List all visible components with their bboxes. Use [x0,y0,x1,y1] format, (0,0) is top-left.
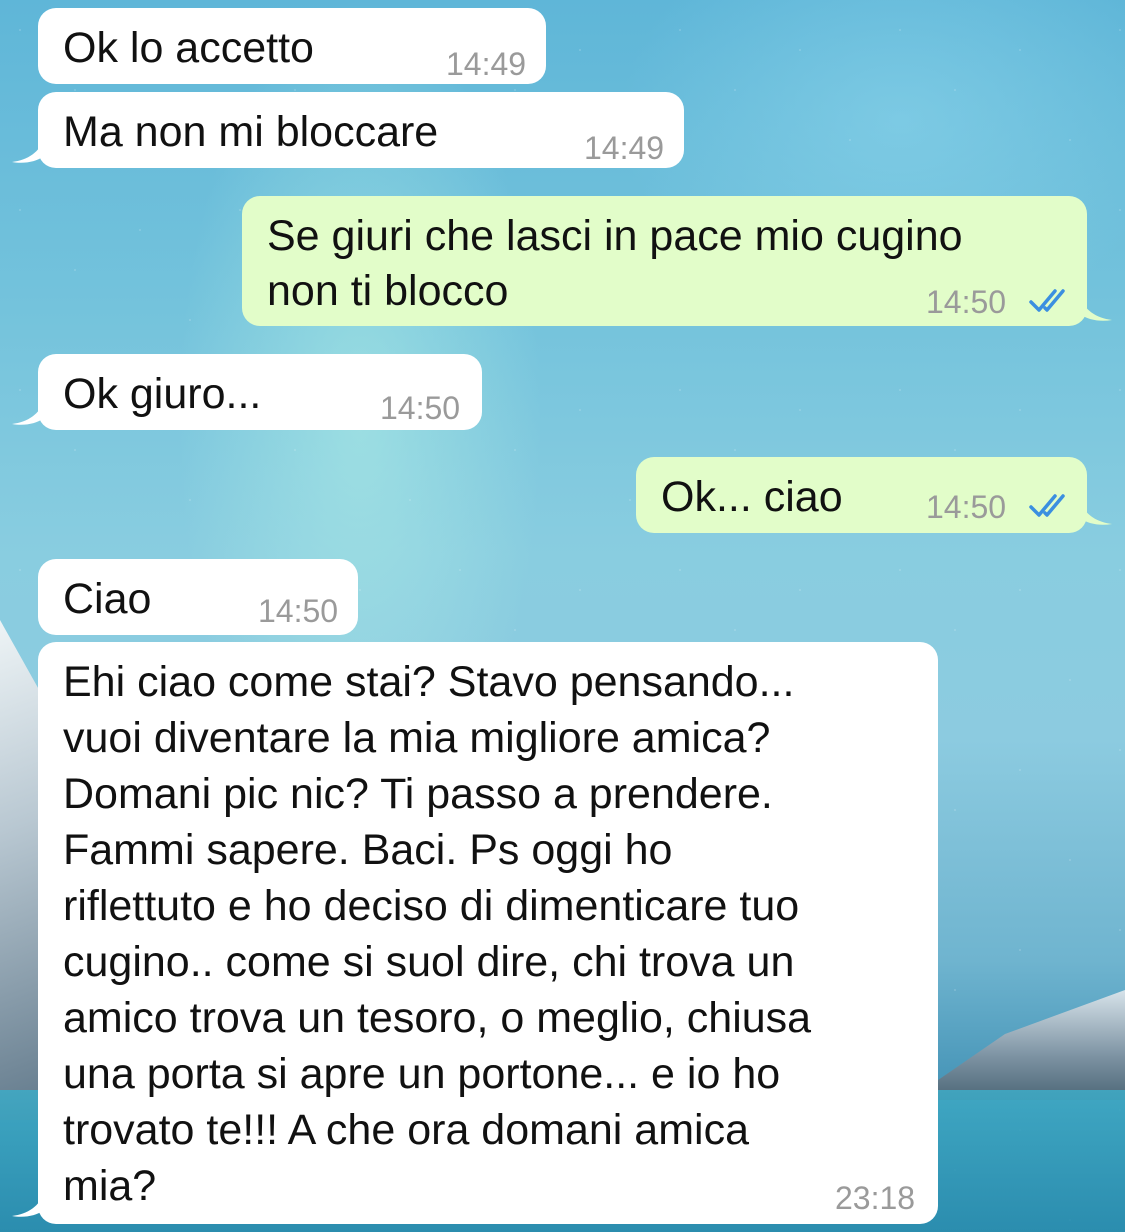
message-bubble-incoming[interactable]: Ok giuro... 14:50 [38,354,482,430]
message-text-line: Domani pic nic? Ti passo a prendere. [63,770,773,818]
message-bubble-incoming[interactable]: Ma non mi bloccare 14:49 [38,92,684,168]
message-bubble-outgoing[interactable]: Ok... ciao 14:50 [636,457,1087,533]
bubble-tail-incoming [12,1192,44,1217]
message-text: Ok giuro... [63,370,262,418]
message-text-line: vuoi diventare la mia migliore amica? [63,714,771,762]
message-text-line: amico trova un tesoro, o meglio, chiusa [63,994,812,1042]
bubble-tail-incoming [12,400,44,425]
double-check-icon [1029,494,1065,517]
message-text: Ma non mi bloccare [63,108,439,156]
message-text: Ok... ciao [661,473,843,521]
message-bubble-incoming[interactable]: Ok lo accetto 14:49 [38,8,546,84]
bubble-tail-outgoing [1080,500,1112,525]
message-timestamp: 23:18 [835,1180,916,1216]
message-bubble-outgoing[interactable]: Se giuri che lasci in pace mio cugino no… [242,196,1087,326]
message-text: Ok lo accetto [63,24,314,72]
message-text-line: non ti blocco [267,267,509,315]
message-timestamp: 14:49 [584,130,665,166]
message-text-line: riflettuto e ho deciso di dimenticare tu… [63,882,800,930]
message-text-block: Ehi ciao come stai? Stavo pensando... vu… [63,654,811,1214]
message-timestamp: 14:50 [258,593,339,629]
message-timestamp: 14:50 [380,390,461,426]
message-text: Ciao [63,575,152,623]
bubble-tail-outgoing [1080,296,1112,321]
message-bubble-incoming[interactable]: Ciao 14:50 [38,559,358,635]
message-bubble-incoming[interactable]: Ehi ciao come stai? Stavo pensando... vu… [38,642,938,1224]
message-text-line: trovato te!!! A che ora domani amica [63,1106,749,1154]
message-text-line: una porta si apre un portone... e io ho [63,1050,781,1098]
message-text-line: Ehi ciao come stai? Stavo pensando... [63,658,795,706]
message-timestamp: 14:50 [926,489,1007,525]
message-timestamp: 14:50 [926,284,1007,320]
message-text-line: Se giuri che lasci in pace mio cugino [267,212,963,260]
bubble-tail-incoming [12,138,44,163]
message-text-line: cugino.. come si suol dire, chi trova un [63,938,795,986]
message-timestamp: 14:49 [446,46,527,82]
double-check-icon [1029,289,1065,312]
message-text-line: mia? [63,1162,157,1210]
message-text-line: Fammi sapere. Baci. Ps oggi ho [63,826,673,874]
